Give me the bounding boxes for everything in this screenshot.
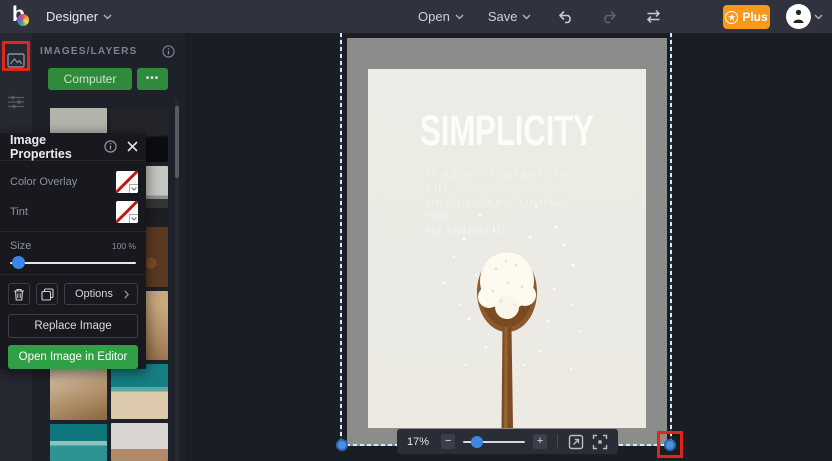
tint-row: Tint <box>0 197 146 227</box>
poster-image-layer[interactable]: SIMPLICITY IS ABOUT SUBTRACTING THE OBVI… <box>368 69 646 428</box>
properties-title: Image Properties <box>10 133 104 161</box>
zoom-toolbar: 17% − + <box>397 429 618 454</box>
scrollbar-thumb[interactable] <box>175 106 179 178</box>
computer-upload-button[interactable]: Computer <box>48 68 132 90</box>
zoom-level-value: 17% <box>407 436 433 448</box>
switch-editor-button[interactable] <box>643 8 663 26</box>
plus-upgrade-button[interactable]: ★ Plus <box>723 5 770 29</box>
chevron-down-icon <box>131 217 137 221</box>
zoom-in-button[interactable]: + <box>533 434 547 449</box>
top-bar: b Designer Open Save <box>0 0 832 33</box>
color-overlay-row: Color Overlay <box>0 167 146 197</box>
color-overlay-label: Color Overlay <box>10 176 77 188</box>
duplicate-icon <box>41 288 54 301</box>
image-thumbnail-ocean-wave[interactable] <box>50 424 107 461</box>
close-icon[interactable] <box>127 141 138 152</box>
chevron-down-icon <box>522 14 531 20</box>
image-thumbnail-sand-dune[interactable] <box>111 423 168 461</box>
avatar <box>786 4 811 29</box>
size-value: 100 % <box>112 241 136 251</box>
open-label: Open <box>418 9 450 24</box>
chevron-down-icon <box>455 14 464 20</box>
image-properties-panel: Image Properties Color Overlay Tint <box>0 133 146 369</box>
annotation-box-images-tool <box>2 41 30 71</box>
resize-canvas-button[interactable] <box>568 433 584 450</box>
zoom-out-button[interactable]: − <box>441 434 455 449</box>
canvas-area[interactable]: SIMPLICITY IS ABOUT SUBTRACTING THE OBVI… <box>185 33 832 461</box>
undo-icon <box>557 10 574 24</box>
artboard[interactable]: SIMPLICITY IS ABOUT SUBTRACTING THE OBVI… <box>347 38 667 446</box>
plus-label: Plus <box>742 10 767 24</box>
swatch-dropdown[interactable] <box>129 214 138 223</box>
size-slider-handle[interactable] <box>12 256 25 269</box>
size-label: Size <box>10 240 31 252</box>
app-mode-label: Designer <box>46 9 98 24</box>
expand-icon <box>568 434 584 450</box>
chevron-right-icon <box>124 290 129 299</box>
panel-title: IMAGES/LAYERS <box>40 46 137 57</box>
size-slider[interactable] <box>10 256 136 270</box>
trash-icon <box>13 288 25 301</box>
delete-image-button[interactable] <box>8 283 30 305</box>
star-icon: ★ <box>725 11 738 24</box>
image-thumbnail-beach-aerial[interactable] <box>111 364 168 419</box>
app-mode-menu[interactable]: Designer <box>46 9 112 24</box>
chevron-down-icon <box>103 14 112 20</box>
tint-swatch[interactable] <box>116 201 138 223</box>
options-label: Options <box>75 288 113 300</box>
person-icon <box>792 9 805 24</box>
open-menu[interactable]: Open <box>418 9 464 24</box>
logo-rainbow-circle <box>17 14 29 26</box>
selection-border-right <box>670 33 672 445</box>
info-icon[interactable] <box>162 45 175 58</box>
info-icon[interactable] <box>104 140 117 153</box>
transfer-icon <box>645 9 662 24</box>
annotation-box-resize-handle <box>657 431 683 458</box>
swatch-dropdown[interactable] <box>129 184 138 193</box>
save-menu[interactable]: Save <box>488 9 532 24</box>
fit-screen-icon <box>592 434 608 450</box>
zoom-slider[interactable] <box>463 435 525 449</box>
selection-border-left <box>340 33 342 445</box>
undo-button[interactable] <box>555 8 575 26</box>
selection-handle-bottom-left[interactable] <box>336 439 348 451</box>
designer-app: b Designer Open Save <box>0 0 832 461</box>
poster-title-text[interactable]: SIMPLICITY <box>407 107 607 156</box>
tint-label: Tint <box>10 206 28 218</box>
open-image-in-editor-button[interactable]: Open Image in Editor <box>8 345 138 369</box>
panel-scrollbar[interactable] <box>175 100 179 461</box>
size-slider-track <box>10 262 136 264</box>
chevron-down-icon <box>814 14 823 20</box>
befunky-logo-icon[interactable]: b <box>10 5 32 29</box>
fit-to-screen-button[interactable] <box>592 433 608 450</box>
redo-button[interactable] <box>599 8 619 26</box>
options-button[interactable]: Options <box>64 283 138 305</box>
color-overlay-swatch[interactable] <box>116 171 138 193</box>
save-label: Save <box>488 9 518 24</box>
zoom-slider-handle[interactable] <box>471 436 483 448</box>
rail-item-adjust[interactable] <box>0 87 32 117</box>
chevron-down-icon <box>131 187 137 191</box>
image-thumbnail-beach-grass[interactable] <box>50 364 107 420</box>
redo-icon <box>601 10 618 24</box>
replace-image-button[interactable]: Replace Image <box>8 314 138 338</box>
toolbar-divider <box>557 434 558 449</box>
sliders-icon <box>8 95 24 109</box>
more-sources-button[interactable]: ••• <box>137 68 168 90</box>
account-menu[interactable] <box>786 4 823 29</box>
duplicate-image-button[interactable] <box>36 283 58 305</box>
